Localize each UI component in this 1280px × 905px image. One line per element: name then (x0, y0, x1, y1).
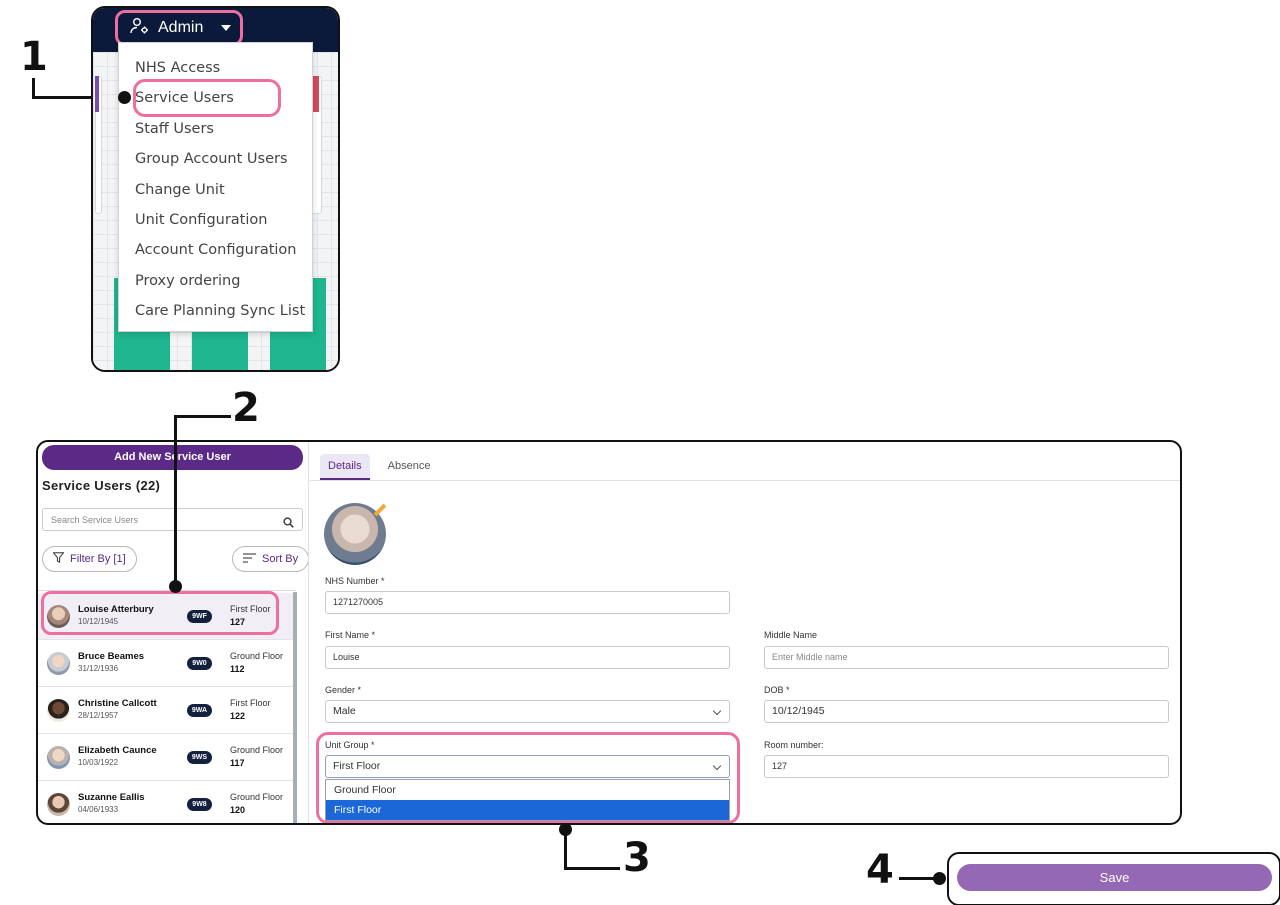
user-name: Christine Callcott (78, 698, 157, 709)
service-users-title: Service Users (22) (42, 478, 161, 493)
callout-4-dot (933, 872, 946, 885)
list-item[interactable]: Suzanne Eallis 04/06/1933 9W8 Ground Flo… (38, 781, 296, 823)
first-name-field[interactable]: Louise (325, 646, 730, 669)
gender-select[interactable]: Male (325, 700, 730, 723)
user-room: 120 (230, 805, 246, 815)
dob-field[interactable]: 10/12/1945 (764, 700, 1169, 723)
callout-4: 4 (866, 847, 894, 893)
admin-dropdown-menu: NHS Access Service Users Staff Users Gro… (118, 42, 313, 332)
service-users-highlight (133, 79, 281, 117)
menu-item-group-account-users[interactable]: Group Account Users (119, 144, 312, 174)
callout-2-line (174, 415, 177, 585)
user-settings-icon (130, 17, 150, 40)
search-icon[interactable] (283, 514, 294, 536)
admin-menu-button[interactable]: Admin (115, 10, 243, 46)
caret-down-icon (221, 25, 232, 31)
user-floor: Ground Floor (230, 792, 284, 802)
first-name-label: First Name * (325, 630, 376, 640)
unit-badge: 9W8 (187, 798, 212, 811)
filter-icon (52, 552, 65, 566)
tab-absence[interactable]: Absence (388, 454, 431, 480)
tab-divider (310, 480, 1180, 481)
list-item[interactable]: Elizabeth Caunce 10/03/1922 9WS Ground F… (38, 734, 296, 781)
callout-1-line (32, 78, 35, 98)
unit-badge: 9WS (187, 751, 212, 764)
gender-value: Male (333, 705, 356, 717)
menu-item-proxy-ordering[interactable]: Proxy ordering (119, 266, 312, 296)
save-button[interactable]: Save (957, 864, 1272, 891)
filter-label: Filter By [1] (70, 553, 126, 565)
user-floor: Ground Floor (230, 651, 284, 661)
user-name: Elizabeth Caunce (78, 745, 157, 756)
callout-2-dot (169, 580, 182, 593)
user-dob: 28/12/1957 (78, 711, 119, 720)
panel-divider (308, 442, 309, 823)
filter-button[interactable]: Filter By [1] (42, 546, 137, 572)
callout-2: 2 (232, 385, 260, 431)
avatar (47, 793, 70, 816)
list-item[interactable]: Christine Callcott 28/12/1957 9WA First … (38, 687, 296, 734)
callout-2-line (174, 415, 231, 418)
menu-item-staff-users[interactable]: Staff Users (119, 114, 312, 144)
list-item[interactable]: Bruce Beames 31/12/1936 9W0 Ground Floor… (38, 640, 296, 687)
middle-name-label: Middle Name (764, 630, 818, 640)
callout-1-dot (118, 91, 131, 104)
avatar (47, 746, 70, 769)
user-room: 122 (230, 711, 246, 721)
unit-badge: 9WA (187, 704, 212, 717)
search-placeholder: Search Service Users (51, 515, 139, 525)
admin-menu-panel: Admin NHS Access Service Users Staff Use… (91, 6, 340, 372)
sort-icon (243, 552, 256, 566)
add-service-user-button[interactable]: Add New Service User (42, 445, 303, 470)
menu-item-care-planning-sync-list[interactable]: Care Planning Sync List (119, 296, 312, 326)
user-floor: Ground Floor (230, 745, 284, 755)
edit-pencil-icon[interactable] (373, 503, 387, 517)
nhs-number-field[interactable]: 1271270005 (325, 591, 730, 614)
sort-button[interactable]: Sort By (232, 546, 310, 572)
unit-group-highlight (316, 732, 740, 823)
background-accent (95, 76, 99, 112)
menu-item-change-unit[interactable]: Change Unit (119, 175, 312, 205)
user-dob: 31/12/1936 (78, 664, 119, 673)
search-input[interactable]: Search Service Users (42, 508, 303, 531)
tab-details[interactable]: Details (320, 454, 370, 480)
sort-label: Sort By (262, 553, 299, 565)
avatar (47, 699, 70, 722)
callout-1: 1 (20, 34, 48, 80)
selected-user-highlight (41, 591, 279, 635)
gender-label: Gender * (325, 685, 362, 695)
user-name: Suzanne Eallis (78, 792, 145, 803)
user-floor: First Floor (230, 698, 271, 708)
chevron-down-icon (712, 706, 722, 716)
nhs-number-label: NHS Number * (325, 576, 385, 586)
callout-4-line (899, 877, 937, 880)
avatar (47, 652, 70, 675)
service-users-panel: Add New Service User Service Users (22) … (36, 440, 1182, 825)
callout-3: 3 (623, 835, 651, 881)
room-number-label: Room number: (764, 740, 824, 750)
list-scrollbar[interactable] (293, 592, 297, 823)
user-room: 117 (230, 758, 245, 768)
callout-3-line (564, 867, 620, 870)
middle-name-field[interactable]: Enter Middle name (764, 646, 1169, 669)
unit-badge: 9W0 (187, 657, 212, 670)
menu-item-account-configuration[interactable]: Account Configuration (119, 235, 312, 265)
room-number-field[interactable]: 127 (764, 755, 1169, 778)
menu-item-unit-configuration[interactable]: Unit Configuration (119, 205, 312, 235)
callout-3-dot (559, 823, 572, 836)
dob-label: DOB * (764, 685, 790, 695)
user-dob: 04/06/1933 (78, 805, 119, 814)
user-room: 112 (230, 664, 245, 674)
user-name: Bruce Beames (78, 651, 145, 662)
admin-label: Admin (158, 19, 204, 36)
user-dob: 10/03/1922 (78, 758, 119, 767)
detail-tabs: Details Absence (320, 454, 430, 480)
